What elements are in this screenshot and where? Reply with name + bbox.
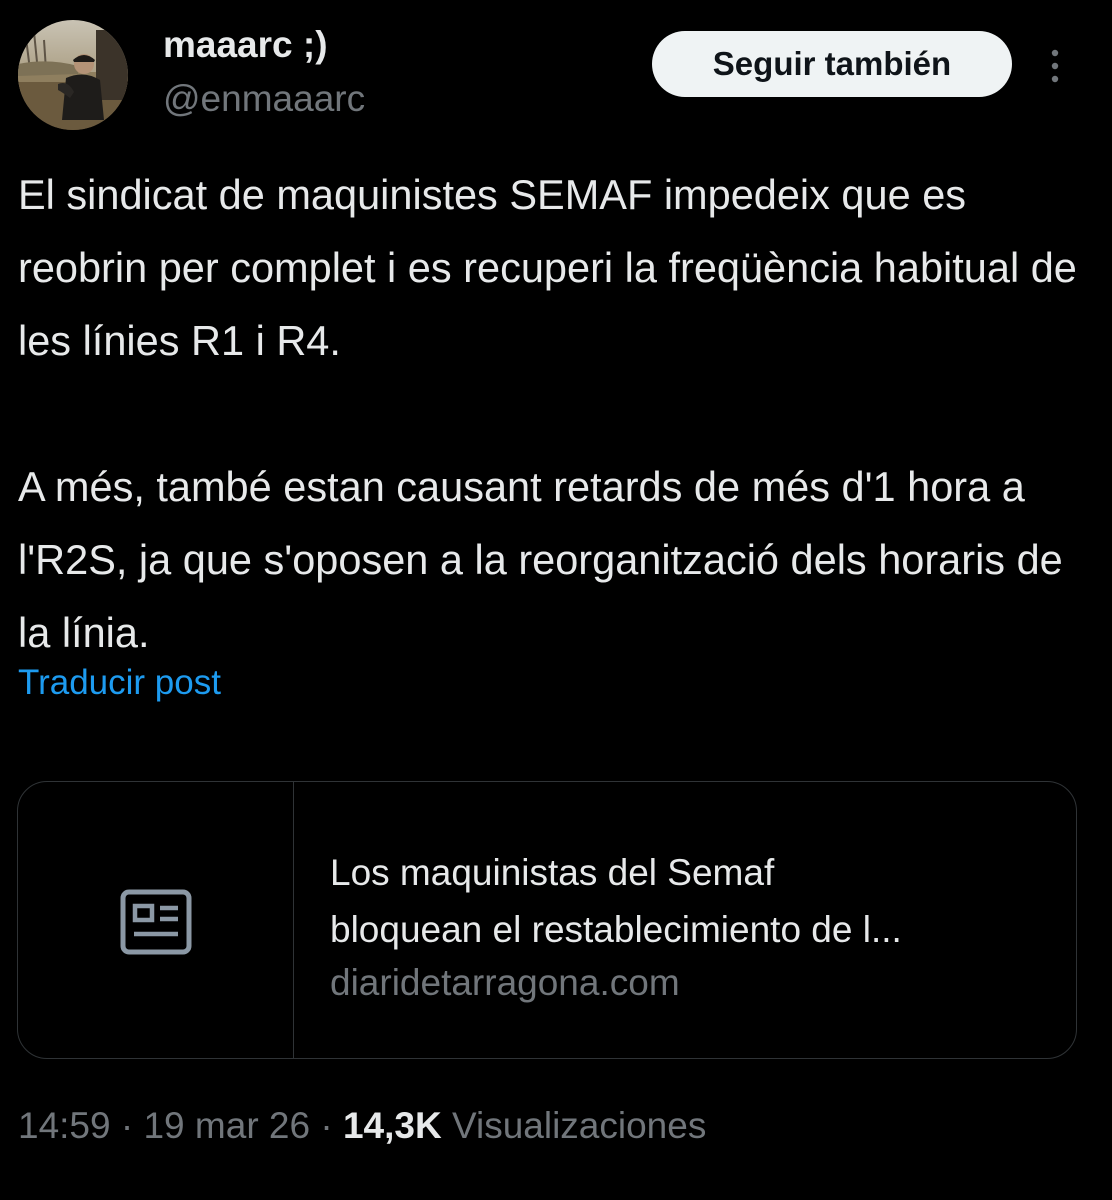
more-vertical-icon[interactable] — [1040, 46, 1070, 86]
translate-post-link[interactable]: Traducir post — [18, 660, 221, 706]
tweet-time[interactable]: 14:59 — [18, 1105, 111, 1146]
views-count[interactable]: 14,3K — [343, 1105, 442, 1146]
avatar-photo — [18, 20, 128, 130]
meta-separator: · — [310, 1105, 343, 1146]
tweet-text: El sindicat de maquinistes SEMAF impedei… — [18, 158, 1088, 669]
tweet-meta: 14:59 · 19 mar 26 · 14,3K Visualizacione… — [18, 1103, 706, 1149]
author-handle[interactable]: @enmaaarc — [163, 76, 365, 122]
link-card-title-line: bloquean el restablecimiento de l... — [330, 909, 902, 950]
link-card-title: Los maquinistas del Semaf bloquean el re… — [330, 844, 1050, 958]
link-preview-card[interactable]: Los maquinistas del Semaf bloquean el re… — [17, 781, 1077, 1059]
author-avatar[interactable] — [18, 20, 128, 130]
link-card-thumbnail — [18, 782, 294, 1058]
tweet-paragraph: El sindicat de maquinistes SEMAF impedei… — [18, 171, 1077, 364]
author-display-name[interactable]: maaarc ;) — [163, 22, 328, 68]
link-card-title-line: Los maquinistas del Semaf — [330, 852, 775, 893]
link-card-domain: diaridetarragona.com — [330, 962, 680, 1003]
tweet-date[interactable]: 19 mar 26 — [143, 1105, 310, 1146]
meta-separator: · — [110, 1105, 144, 1146]
views-label: Visualizaciones — [451, 1105, 707, 1146]
follow-button[interactable]: Seguir también — [652, 31, 1012, 97]
newspaper-icon — [120, 889, 192, 955]
tweet-paragraph: A més, també estan causant retards de mé… — [18, 463, 1063, 656]
